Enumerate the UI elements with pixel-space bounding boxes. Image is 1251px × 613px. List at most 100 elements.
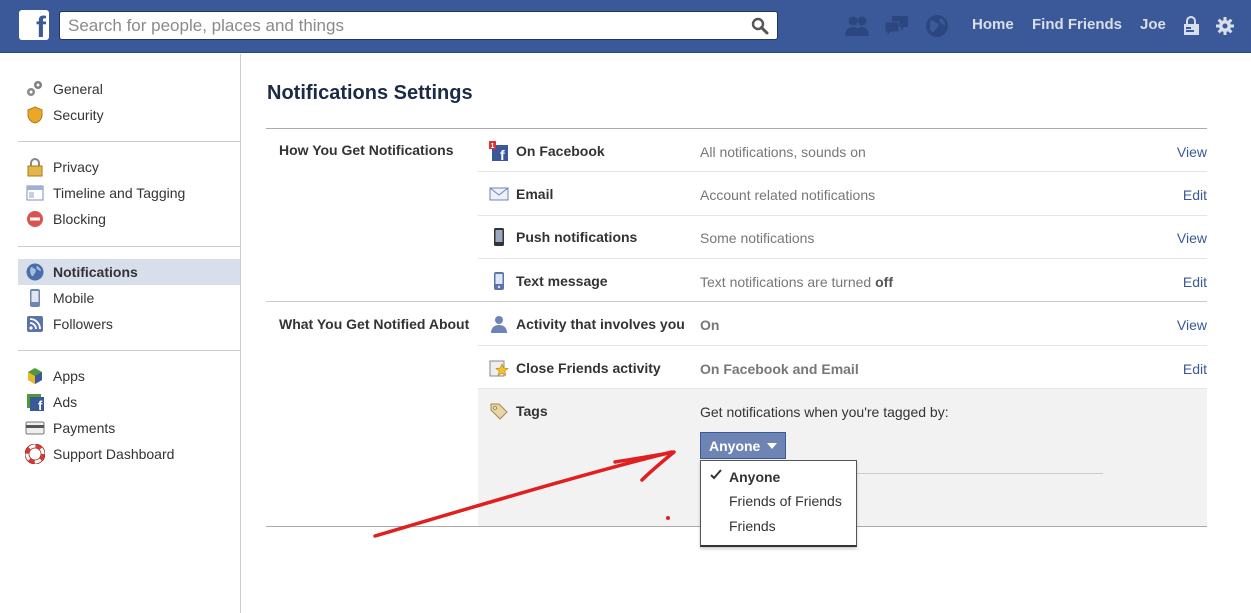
setting-row-close-friends: Close Friends activity On Facebook and E… xyxy=(478,346,1207,389)
sidebar-item-label: Apps xyxy=(53,368,85,384)
setting-row-text-message: Text message Text notifications are turn… xyxy=(478,259,1207,302)
setting-name: Close Friends activity xyxy=(516,360,661,376)
settings-gear-icon[interactable] xyxy=(1215,16,1235,36)
sidebar-item-label: Blocking xyxy=(53,211,106,227)
search-icon[interactable] xyxy=(751,17,769,35)
setting-name: Email xyxy=(516,186,554,202)
sidebar-item-blocking[interactable]: Blocking xyxy=(18,206,240,232)
setting-row-on-facebook: f 1 On Facebook All notifications, sound… xyxy=(478,129,1207,172)
gears-icon xyxy=(25,79,45,99)
sidebar-item-label: Timeline and Tagging xyxy=(53,185,186,201)
menu-item-label: Friends of Friends xyxy=(729,493,842,509)
sidebar-divider xyxy=(18,141,240,142)
top-bar: f Home Find Friends Joe xyxy=(0,0,1251,53)
menu-item-friends-of-friends[interactable]: Friends of Friends xyxy=(701,490,856,514)
messages-icon[interactable] xyxy=(883,12,911,40)
tag-icon xyxy=(490,403,508,420)
setting-name: Activity that involves you xyxy=(516,316,685,332)
person-icon xyxy=(491,316,507,333)
edit-link[interactable]: Edit xyxy=(1183,187,1207,203)
search-box[interactable] xyxy=(59,11,778,40)
sidebar-item-label: Mobile xyxy=(53,290,95,306)
tags-audience-menu: Anyone Friends of Friends Friends xyxy=(700,460,857,547)
phone-icon xyxy=(494,272,504,290)
nav-profile-link[interactable]: Joe xyxy=(1140,16,1166,33)
setting-name: Text message xyxy=(516,273,608,289)
setting-row-push-notifications: Push notifications Some notifications Vi… xyxy=(478,215,1207,258)
sidebar-item-label: Notifications xyxy=(53,264,138,280)
sidebar-item-ads[interactable]: f Ads xyxy=(18,389,240,415)
facebook-logo[interactable]: f xyxy=(19,10,49,40)
notifications-globe-icon[interactable] xyxy=(923,12,951,40)
checkmark-icon xyxy=(710,469,722,480)
sidebar-item-security[interactable]: Security xyxy=(18,102,240,128)
setting-status: On Facebook and Email xyxy=(700,361,859,377)
shield-icon xyxy=(25,105,45,125)
tags-audience-dropdown[interactable]: Anyone xyxy=(700,432,786,459)
svg-text:f: f xyxy=(500,147,505,161)
sidebar-item-mobile[interactable]: Mobile xyxy=(18,285,240,311)
rss-icon xyxy=(25,314,45,334)
privacy-shortcuts-icon[interactable] xyxy=(1181,14,1205,38)
setting-status: Some notifications xyxy=(700,230,815,246)
svg-text:1: 1 xyxy=(491,143,495,150)
sidebar-item-payments[interactable]: Payments xyxy=(18,415,240,441)
menu-item-friends[interactable]: Friends xyxy=(701,515,856,539)
setting-name: Push notifications xyxy=(516,229,638,245)
sidebar-item-privacy[interactable]: Privacy xyxy=(18,154,240,180)
star-icon xyxy=(489,360,509,377)
setting-status: On xyxy=(700,317,720,333)
status-text: Text notifications are turned xyxy=(700,274,876,290)
mobile-phone-icon xyxy=(25,288,45,308)
view-link[interactable]: View xyxy=(1177,144,1207,160)
sidebar-item-label: Security xyxy=(53,107,104,123)
sidebar-item-label: General xyxy=(53,81,103,97)
dropdown-selected-value: Anyone xyxy=(709,437,761,454)
view-link[interactable]: View xyxy=(1177,230,1207,246)
sidebar-item-label: Privacy xyxy=(53,159,99,175)
friend-requests-icon[interactable] xyxy=(843,12,871,40)
setting-status: Text notifications are turned off xyxy=(700,274,893,290)
sidebar-item-label: Followers xyxy=(53,316,113,332)
menu-item-label: Anyone xyxy=(729,469,781,485)
section-label-what-you-get: What You Get Notified About xyxy=(279,316,470,332)
sidebar-item-apps[interactable]: Apps xyxy=(18,363,240,389)
edit-link[interactable]: Edit xyxy=(1183,361,1207,377)
sidebar-item-general[interactable]: General xyxy=(18,76,240,102)
sidebar-item-support-dashboard[interactable]: Support Dashboard xyxy=(18,441,240,467)
timeline-icon xyxy=(25,183,45,203)
settings-sidebar: General Security Privacy Timeline and Ta… xyxy=(0,54,241,613)
lifebuoy-icon xyxy=(25,444,45,464)
sidebar-divider xyxy=(18,246,240,247)
setting-row-activity: Activity that involves you On View xyxy=(478,302,1207,345)
sidebar-item-label: Ads xyxy=(53,394,78,410)
smartphone-icon xyxy=(494,228,504,246)
lock-icon xyxy=(25,157,45,177)
setting-status: All notifications, sounds on xyxy=(700,144,866,160)
status-off: off xyxy=(875,274,893,290)
edit-link[interactable]: Edit xyxy=(1183,274,1207,290)
section-label-how-you-get: How You Get Notifications xyxy=(279,142,454,158)
menu-item-label: Friends xyxy=(729,518,776,534)
sidebar-item-timeline-and-tagging[interactable]: Timeline and Tagging xyxy=(18,180,240,206)
svg-text:f: f xyxy=(38,398,43,412)
facebook-notification-icon: f 1 xyxy=(489,141,508,161)
credit-card-icon xyxy=(25,418,45,438)
sidebar-item-label: Support Dashboard xyxy=(53,446,175,462)
menu-item-anyone[interactable]: Anyone xyxy=(701,466,856,490)
nav-find-friends-link[interactable]: Find Friends xyxy=(1032,16,1122,33)
apps-cube-icon xyxy=(25,366,45,386)
envelope-icon xyxy=(489,187,509,201)
sidebar-item-followers[interactable]: Followers xyxy=(18,311,240,337)
page-title: Notifications Settings xyxy=(267,82,473,104)
search-input[interactable] xyxy=(60,12,740,39)
sidebar-divider xyxy=(18,350,240,351)
blocking-icon xyxy=(25,209,45,229)
setting-name: On Facebook xyxy=(516,143,605,159)
sidebar-item-label: Payments xyxy=(53,420,116,436)
sidebar-item-notifications[interactable]: Notifications xyxy=(18,259,240,285)
view-link[interactable]: View xyxy=(1177,317,1207,333)
chevron-down-icon xyxy=(767,442,778,449)
nav-home-link[interactable]: Home xyxy=(972,16,1014,33)
setting-name: Tags xyxy=(516,403,548,419)
